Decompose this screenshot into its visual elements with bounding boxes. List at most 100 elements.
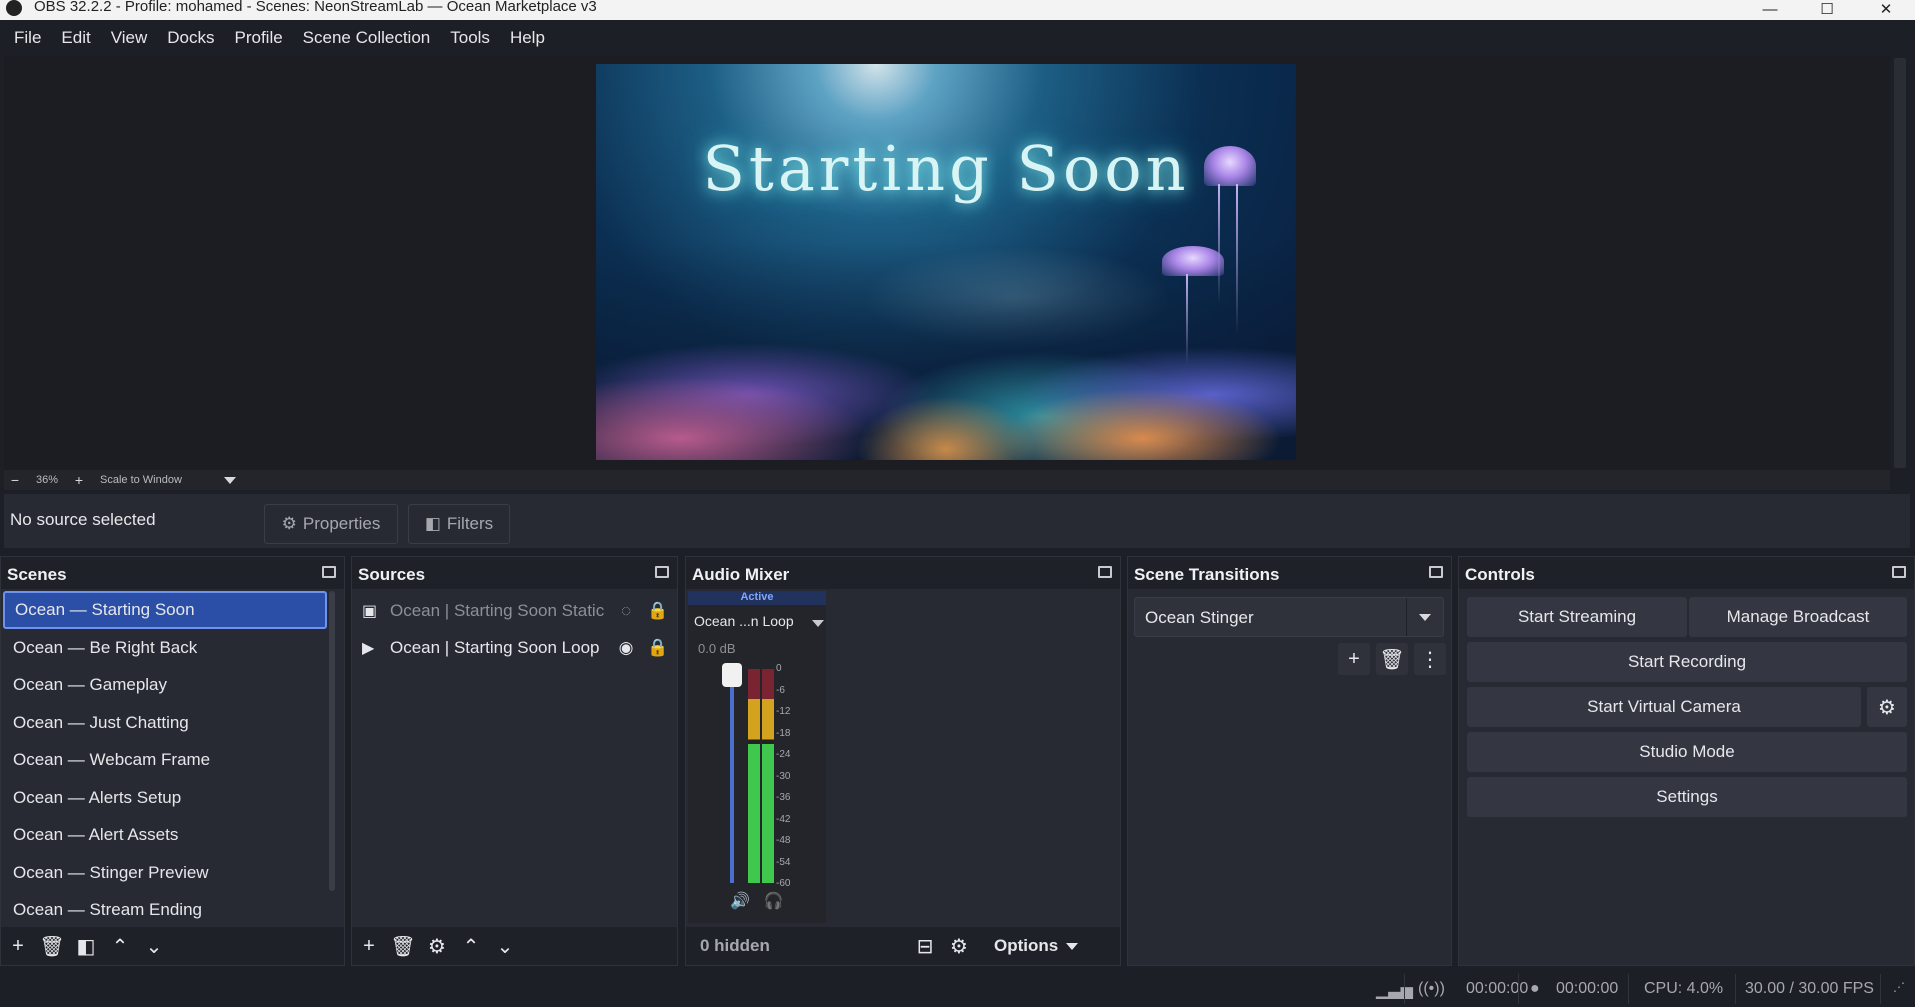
hidden-count: 0 hidden <box>700 936 770 955</box>
minimize-button[interactable]: — <box>1750 0 1790 18</box>
volume-fader-handle[interactable] <box>722 663 742 687</box>
source-name: Ocean | Starting Soon Static <box>390 601 605 620</box>
speaker-icon[interactable]: 🔊 <box>730 891 750 911</box>
chevron-down-icon[interactable] <box>1066 942 1079 950</box>
undock-icon[interactable] <box>655 566 669 578</box>
lock-icon[interactable]: 🔒 <box>642 601 674 621</box>
zoom-out-button[interactable]: − <box>4 472 26 488</box>
move-up-button[interactable]: ⌃ <box>103 929 137 963</box>
studio-mode-button[interactable]: Studio Mode <box>1467 732 1907 772</box>
stream-icon: ((•)) <box>1418 980 1445 997</box>
chevron-down-icon[interactable] <box>812 620 824 627</box>
zoom-in-button[interactable]: + <box>68 472 90 488</box>
undock-icon[interactable] <box>1429 566 1443 578</box>
maximize-button[interactable]: ☐ <box>1807 0 1847 18</box>
scale-mode[interactable]: Scale to Window <box>90 474 220 486</box>
menu-tools[interactable]: Tools <box>440 23 500 53</box>
sources-title: Sources <box>358 565 426 584</box>
chevron-down-icon[interactable] <box>224 476 236 484</box>
move-down-button[interactable]: ⌄ <box>488 929 522 963</box>
resize-grip-icon[interactable]: ⋰ <box>1893 980 1905 994</box>
meter-tick: -18 <box>776 727 791 739</box>
meter-tick: 0 <box>776 663 782 674</box>
lock-icon[interactable]: 🔒 <box>642 638 674 658</box>
menu-help[interactable]: Help <box>500 23 555 53</box>
meter-tick: -30 <box>776 770 791 782</box>
undock-icon[interactable] <box>1098 566 1112 578</box>
meter-tick: -12 <box>776 706 791 717</box>
scene-item[interactable]: Ocean — Be Right Back <box>3 629 327 667</box>
meter-tick: -6 <box>776 684 785 696</box>
channel-name[interactable]: Ocean ...n Loop <box>694 613 794 629</box>
meter-tick: -54 <box>776 856 791 868</box>
filters-button[interactable]: ◧ Filters <box>408 504 510 544</box>
record-time: 00:00:00 <box>1556 980 1619 997</box>
undock-icon[interactable] <box>1892 566 1906 578</box>
volume-fader-track[interactable] <box>730 665 734 883</box>
eye-hidden-icon[interactable]: ◌ <box>610 601 642 621</box>
scrollbar-thumb[interactable] <box>1894 58 1906 468</box>
dropdown-separator <box>1406 598 1407 636</box>
add-scene-button[interactable]: + <box>1 929 35 963</box>
cpu-usage: CPU: 4.0% <box>1644 980 1724 997</box>
add-transition-button[interactable]: + <box>1338 643 1370 675</box>
start-virtual-camera-button[interactable]: Start Virtual Camera <box>1467 687 1861 727</box>
chevron-down-icon[interactable] <box>1419 614 1431 621</box>
manage-broadcast-button[interactable]: Manage Broadcast <box>1689 597 1907 637</box>
start-streaming-button[interactable]: Start Streaming <box>1467 597 1687 637</box>
source-item[interactable]: ▣ Ocean | Starting Soon Static ◌ 🔒 <box>362 593 682 629</box>
menu-bar: File Edit View Docks Profile Scene Colle… <box>0 20 1915 56</box>
menu-edit[interactable]: Edit <box>51 23 100 53</box>
trash-icon[interactable]: 🗑 <box>35 929 69 963</box>
zoom-level: 36% <box>35 474 59 486</box>
add-source-button[interactable]: + <box>352 929 386 963</box>
settings-button[interactable]: Settings <box>1467 777 1907 817</box>
scene-filters-button[interactable]: ◧ <box>69 929 103 963</box>
scene-transitions-dock-header: Scene Transitions <box>1128 557 1451 589</box>
preview-canvas[interactable]: Starting Soon <box>596 64 1296 460</box>
gear-icon[interactable]: ⚙ <box>420 929 454 963</box>
scene-item[interactable]: Ocean — Just Chatting <box>3 704 327 742</box>
headphones-icon[interactable]: 🎧 <box>764 891 784 911</box>
record-icon: ● <box>1530 980 1540 997</box>
start-recording-button[interactable]: Start Recording <box>1467 642 1907 682</box>
menu-docks[interactable]: Docks <box>157 23 224 53</box>
options-button[interactable]: Options <box>994 936 1058 956</box>
transition-select[interactable]: Ocean Stinger <box>1134 597 1444 637</box>
scene-list: Ocean — Starting Soon Ocean — Be Right B… <box>3 591 327 929</box>
menu-scene-collection[interactable]: Scene Collection <box>293 23 441 53</box>
scene-item[interactable]: Ocean — Gameplay <box>3 666 327 704</box>
status-divider <box>1404 974 1405 1004</box>
scenes-scrollbar[interactable] <box>329 591 335 891</box>
audio-mixer-toolbar: 0 hidden ⊟ ⚙ Options <box>686 927 1120 965</box>
close-button[interactable]: ✕ <box>1866 0 1906 18</box>
menu-file[interactable]: File <box>4 23 51 53</box>
move-down-button[interactable]: ⌄ <box>137 929 171 963</box>
more-options-icon[interactable]: ⋮ <box>1414 643 1446 675</box>
menu-view[interactable]: View <box>101 23 158 53</box>
audio-mixer-title: Audio Mixer <box>692 565 790 584</box>
context-bar: No source selected ⚙ Properties ◧ Filter… <box>4 494 1910 548</box>
menu-profile[interactable]: Profile <box>224 23 292 53</box>
audio-mixer-dock: Audio Mixer Active Ocean ...n Loop 0.0 d… <box>685 556 1121 966</box>
layout-toggle-icon[interactable]: ⊟ <box>908 929 942 963</box>
eye-icon[interactable]: ◉ <box>610 638 642 658</box>
scene-item[interactable]: Ocean — Alert Assets <box>3 816 327 854</box>
source-item[interactable]: ▶ Ocean | Starting Soon Loop ◉ 🔒 <box>362 630 682 666</box>
trash-icon[interactable]: 🗑 <box>386 929 420 963</box>
properties-button[interactable]: ⚙ Properties <box>264 504 398 544</box>
meter-tick: -48 <box>776 835 791 846</box>
jellyfish-tentacle <box>1236 184 1238 334</box>
scene-item[interactable]: Ocean — Starting Soon <box>3 591 327 629</box>
scene-item[interactable]: Ocean — Stream Ending <box>3 891 327 929</box>
advanced-audio-icon[interactable]: ⚙ <box>942 929 976 963</box>
scene-item[interactable]: Ocean — Alerts Setup <box>3 779 327 817</box>
preview-scrollbar[interactable] <box>1892 56 1908 470</box>
trash-icon[interactable]: 🗑 <box>1376 643 1408 675</box>
preview-area[interactable]: Starting Soon <box>4 56 1890 470</box>
scene-item[interactable]: Ocean — Webcam Frame <box>3 741 327 779</box>
virtual-camera-settings-button[interactable]: ⚙ <box>1867 687 1907 727</box>
move-up-button[interactable]: ⌃ <box>454 929 488 963</box>
undock-icon[interactable] <box>322 566 336 578</box>
scene-item[interactable]: Ocean — Stinger Preview <box>3 854 327 892</box>
